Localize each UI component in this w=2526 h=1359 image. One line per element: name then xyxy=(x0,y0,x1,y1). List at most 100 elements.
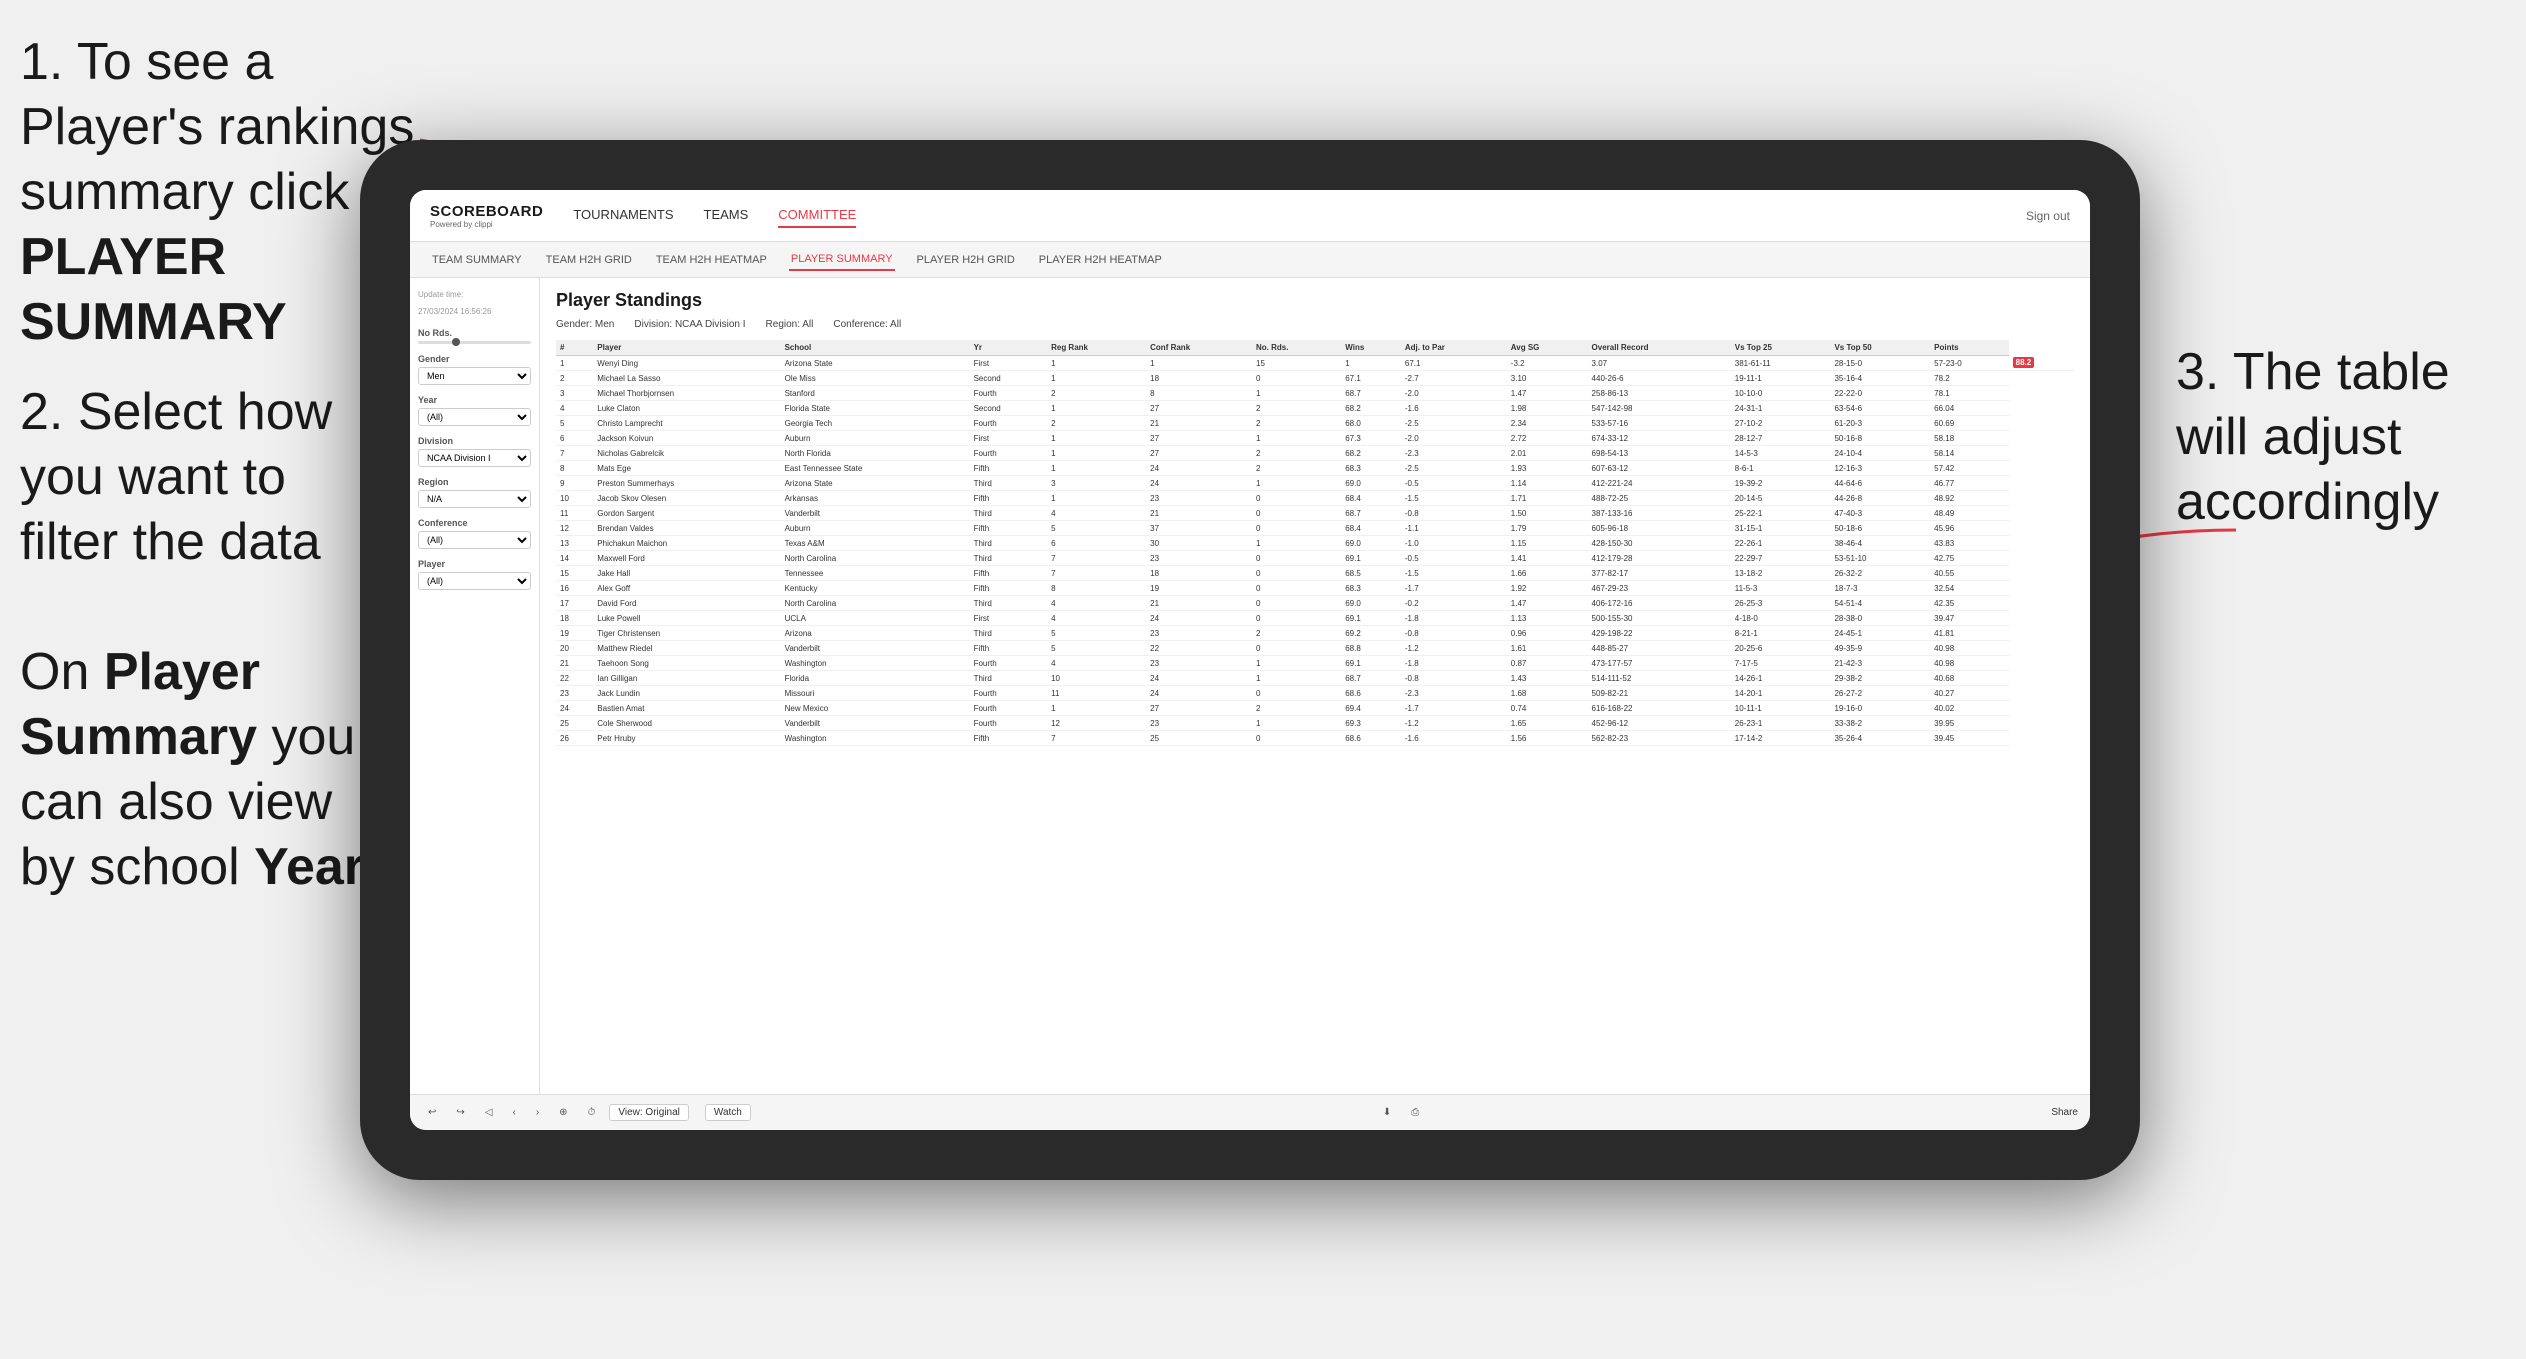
table-row[interactable]: 24Bastien AmatNew MexicoFourth127269.4-1… xyxy=(556,701,2074,716)
table-row[interactable]: 21Taehoon SongWashingtonFourth423169.1-1… xyxy=(556,656,2074,671)
table-cell: Washington xyxy=(781,656,970,671)
table-row[interactable]: 1Wenyi DingArizona StateFirst1115167.1-3… xyxy=(556,356,2074,371)
gender-select[interactable]: Men xyxy=(418,367,531,385)
table-row[interactable]: 6Jackson KoivunAuburnFirst127167.3-2.02.… xyxy=(556,431,2074,446)
table-cell: New Mexico xyxy=(781,701,970,716)
sign-out-link[interactable]: Sign out xyxy=(2026,209,2070,223)
bottom-text-1: On xyxy=(20,643,104,701)
link-btn[interactable]: ⊕ xyxy=(553,1105,573,1120)
table-row[interactable]: 2Michael La SassoOle MissSecond118067.1-… xyxy=(556,371,2074,386)
table-row[interactable]: 19Tiger ChristensenArizonaThird523269.2-… xyxy=(556,626,2074,641)
year-select[interactable]: (All) xyxy=(418,408,531,426)
table-row[interactable]: 12Brendan ValdesAuburnFifth537068.4-1.11… xyxy=(556,521,2074,536)
col-conf-rank: Conf Rank xyxy=(1146,340,1252,356)
col-wins: Wins xyxy=(1341,340,1401,356)
region-select[interactable]: N/A xyxy=(418,490,531,508)
table-cell: 22 xyxy=(556,671,593,686)
table-cell: 4-18-0 xyxy=(1731,611,1831,626)
sub-nav-player-h2h-heatmap[interactable]: PLAYER H2H HEATMAP xyxy=(1037,250,1164,270)
table-row[interactable]: 20Matthew RiedelVanderbiltFifth522068.8-… xyxy=(556,641,2074,656)
table-cell: Ian Gilligan xyxy=(593,671,780,686)
table-cell: Third xyxy=(970,506,1048,521)
slider-handle[interactable] xyxy=(452,338,460,346)
table-row[interactable]: 18Luke PowellUCLAFirst424069.1-1.81.1350… xyxy=(556,611,2074,626)
table-row[interactable]: 8Mats EgeEast Tennessee StateFifth124268… xyxy=(556,461,2074,476)
table-cell: 3.10 xyxy=(1507,371,1588,386)
sub-nav-team-h2h-heatmap[interactable]: TEAM H2H HEATMAP xyxy=(654,250,769,270)
no-rds-slider[interactable] xyxy=(418,341,531,344)
table-row[interactable]: 4Luke ClatonFlorida StateSecond127268.2-… xyxy=(556,401,2074,416)
clock-btn[interactable]: ⏱ xyxy=(582,1105,602,1120)
table-cell: 28-15-0 xyxy=(1830,356,1930,371)
conference-select[interactable]: (All) xyxy=(418,531,531,549)
table-cell: Arizona State xyxy=(781,476,970,491)
table-cell: 698-54-13 xyxy=(1588,446,1731,461)
table-cell: First xyxy=(970,611,1048,626)
nav-tournaments[interactable]: TOURNAMENTS xyxy=(573,203,673,228)
table-row[interactable]: 13Phichakun MaichonTexas A&MThird630169.… xyxy=(556,536,2074,551)
table-cell: 2 xyxy=(556,371,593,386)
back-btn[interactable]: ◁ xyxy=(479,1105,499,1120)
sub-nav-team-summary[interactable]: TEAM SUMMARY xyxy=(430,250,524,270)
table-row[interactable]: 14Maxwell FordNorth CarolinaThird723069.… xyxy=(556,551,2074,566)
table-cell: 68.3 xyxy=(1341,581,1401,596)
table-cell: 8 xyxy=(556,461,593,476)
nav-committee[interactable]: COMMITTEE xyxy=(778,203,856,228)
table-row[interactable]: 11Gordon SargentVanderbiltThird421068.7-… xyxy=(556,506,2074,521)
nav-teams[interactable]: TEAMS xyxy=(704,203,749,228)
table-cell: 1 xyxy=(1047,401,1146,416)
table-cell: 2 xyxy=(1252,461,1341,476)
table-cell: 1 xyxy=(1252,536,1341,551)
sub-nav-player-h2h-grid[interactable]: PLAYER H2H GRID xyxy=(915,250,1017,270)
view-button[interactable]: View: Original xyxy=(609,1104,689,1121)
table-cell: 381-61-11 xyxy=(1731,356,1831,371)
filters-row: Gender: Men Division: NCAA Division I Re… xyxy=(556,319,2074,330)
nav-prev[interactable]: ‹ xyxy=(506,1105,521,1120)
table-cell: 66.04 xyxy=(1930,401,2008,416)
table-cell: 4 xyxy=(1047,611,1146,626)
table-row[interactable]: 10Jacob Skov OlesenArkansasFifth123068.4… xyxy=(556,491,2074,506)
undo-btn[interactable]: ↩ xyxy=(422,1105,442,1120)
redo-btn[interactable]: ↪ xyxy=(450,1105,470,1120)
table-cell: 63-54-6 xyxy=(1830,401,1930,416)
table-row[interactable]: 25Cole SherwoodVanderbiltFourth1223169.3… xyxy=(556,716,2074,731)
table-row[interactable]: 17David FordNorth CarolinaThird421069.0-… xyxy=(556,596,2074,611)
table-cell: 2 xyxy=(1252,626,1341,641)
table-row[interactable]: 5Christo LamprechtGeorgia TechFourth2212… xyxy=(556,416,2074,431)
table-row[interactable]: 3Michael ThorbjornsenStanfordFourth28168… xyxy=(556,386,2074,401)
download-btn[interactable]: ⬇ xyxy=(1377,1105,1397,1120)
table-row[interactable]: 16Alex GoffKentuckyFifth819068.3-1.71.92… xyxy=(556,581,2074,596)
table-row[interactable]: 7Nicholas GabrelcikNorth FloridaFourth12… xyxy=(556,446,2074,461)
table-cell: 14-26-1 xyxy=(1731,671,1831,686)
sub-nav-player-summary[interactable]: PLAYER SUMMARY xyxy=(789,249,895,271)
table-cell: 1.50 xyxy=(1507,506,1588,521)
table-cell: 26-25-3 xyxy=(1731,596,1831,611)
table-area: Player Standings Gender: Men Division: N… xyxy=(540,278,2090,1094)
watch-button[interactable]: Watch xyxy=(705,1104,751,1121)
table-row[interactable]: 23Jack LundinMissouriFourth1124068.6-2.3… xyxy=(556,686,2074,701)
table-row[interactable]: 26Petr HrubyWashingtonFifth725068.6-1.61… xyxy=(556,731,2074,746)
table-cell: 14-20-1 xyxy=(1731,686,1831,701)
table-cell: 35-26-4 xyxy=(1830,731,1930,746)
nav-next[interactable]: › xyxy=(530,1105,545,1120)
table-cell: 42.35 xyxy=(1930,596,2008,611)
table-cell: 1 xyxy=(1047,446,1146,461)
print-btn[interactable]: ⎙ xyxy=(1405,1105,1425,1120)
table-cell: 40.98 xyxy=(1930,641,2008,656)
table-cell: Auburn xyxy=(781,521,970,536)
division-select[interactable]: NCAA Division I xyxy=(418,449,531,467)
table-row[interactable]: 22Ian GilliganFloridaThird1024168.7-0.81… xyxy=(556,671,2074,686)
table-cell: Alex Goff xyxy=(593,581,780,596)
sub-nav-team-h2h-grid[interactable]: TEAM H2H GRID xyxy=(544,250,634,270)
table-cell: Fifth xyxy=(970,566,1048,581)
player-select[interactable]: (All) xyxy=(418,572,531,590)
table-cell: Texas A&M xyxy=(781,536,970,551)
conference-label: Conference xyxy=(418,518,531,528)
table-cell: First xyxy=(970,431,1048,446)
table-cell: Second xyxy=(970,371,1048,386)
table-cell: Cole Sherwood xyxy=(593,716,780,731)
table-cell: 17-14-2 xyxy=(1731,731,1831,746)
table-row[interactable]: 15Jake HallTennesseeFifth718068.5-1.51.6… xyxy=(556,566,2074,581)
share-button[interactable]: Share xyxy=(2051,1107,2078,1118)
table-row[interactable]: 9Preston SummerhaysArizona StateThird324… xyxy=(556,476,2074,491)
